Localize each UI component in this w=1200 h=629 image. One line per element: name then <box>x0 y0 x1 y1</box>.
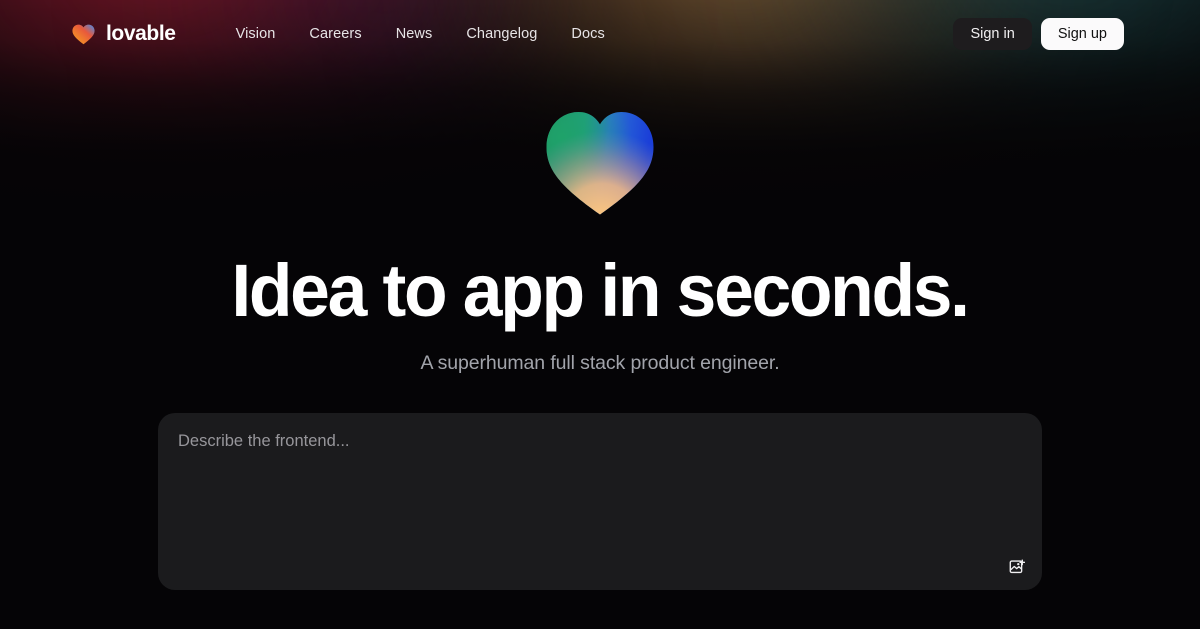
nav-link-vision[interactable]: Vision <box>219 20 293 48</box>
prompt-input[interactable] <box>158 413 1042 563</box>
header-actions: Sign in Sign up <box>953 17 1124 51</box>
heart-gradient-icon <box>72 24 95 44</box>
prompt-panel <box>158 413 1042 590</box>
sign-in-button[interactable]: Sign in <box>953 17 1032 51</box>
image-upload-icon <box>1009 559 1025 574</box>
nav-link-docs[interactable]: Docs <box>554 20 621 48</box>
hero-title: Idea to app in seconds. <box>231 249 971 332</box>
site-header: lovable Vision Careers News Changelog Do… <box>0 0 1200 68</box>
nav-link-careers[interactable]: Careers <box>292 20 378 48</box>
sign-up-button[interactable]: Sign up <box>1040 17 1124 51</box>
heart-gradient-large-icon <box>546 112 654 215</box>
hero-subtitle: A superhuman full stack product engineer… <box>420 352 780 374</box>
prompt-toolbar <box>1006 556 1028 578</box>
attach-image-button[interactable] <box>1006 556 1028 578</box>
brand-name: lovable <box>106 22 176 45</box>
nav-link-news[interactable]: News <box>379 20 450 48</box>
nav-link-changelog[interactable]: Changelog <box>449 20 554 48</box>
primary-nav: Vision Careers News Changelog Docs <box>219 20 622 48</box>
brand-logo[interactable]: lovable <box>72 22 176 46</box>
